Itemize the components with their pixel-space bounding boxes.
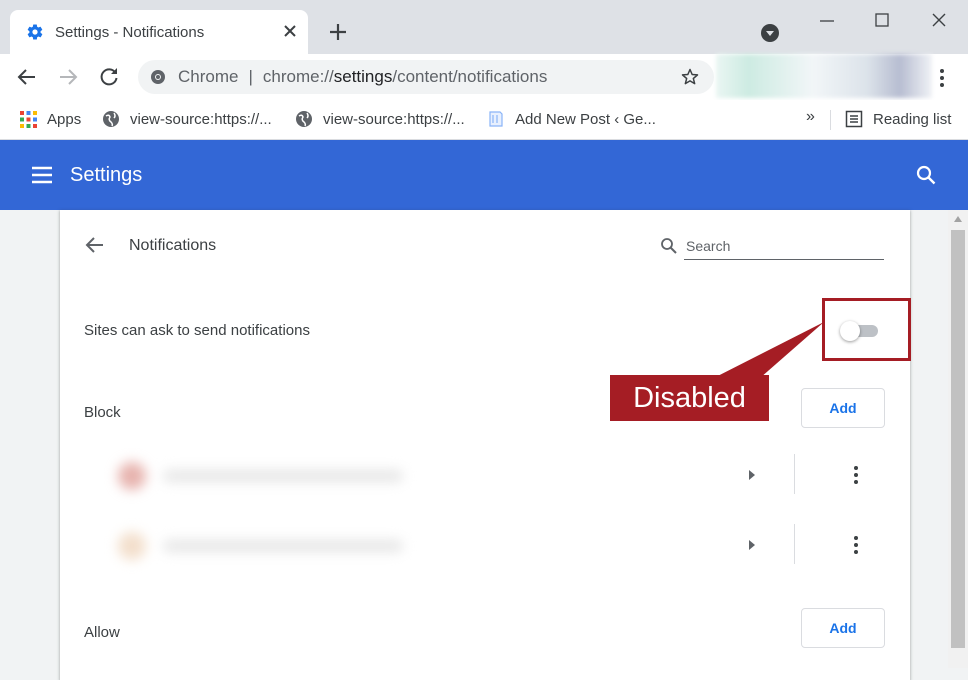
annotation-label: Disabled bbox=[610, 375, 769, 421]
list-item bbox=[108, 516, 885, 576]
bookmark-view-source-2[interactable]: view-source:https://... bbox=[295, 108, 465, 130]
search-field[interactable] bbox=[660, 232, 885, 262]
more-vert-icon[interactable] bbox=[848, 464, 864, 486]
new-tab-button[interactable] bbox=[326, 20, 350, 44]
search-icon bbox=[661, 238, 677, 254]
reading-list-label: Reading list bbox=[873, 110, 952, 128]
bookmarks-overflow-button[interactable]: » bbox=[806, 108, 815, 126]
bookmark-label: Apps bbox=[47, 110, 82, 128]
bookmark-add-new-post[interactable]: Add New Post ‹ Ge... bbox=[487, 108, 656, 130]
chrome-chip-label: Chrome bbox=[178, 67, 239, 86]
bookmark-label: view-source:https://... bbox=[323, 110, 465, 128]
search-icon[interactable] bbox=[916, 165, 936, 185]
bookmark-view-source-1[interactable]: view-source:https://... bbox=[102, 108, 272, 130]
close-window-button[interactable] bbox=[924, 8, 954, 34]
allow-section-label: Allow bbox=[84, 624, 120, 641]
page-scrollbar[interactable] bbox=[948, 210, 968, 668]
chrome-logo-icon bbox=[151, 70, 165, 84]
url-path: settings bbox=[333, 67, 393, 86]
reading-list-button[interactable]: Reading list bbox=[845, 108, 951, 130]
hamburger-menu-icon[interactable] bbox=[32, 166, 52, 184]
tab-title: Settings - Notifications bbox=[55, 24, 205, 41]
bookmark-apps[interactable]: Apps bbox=[20, 108, 81, 130]
back-arrow-icon[interactable] bbox=[15, 65, 39, 89]
page-title: Notifications bbox=[129, 237, 217, 254]
bookmark-star-icon[interactable] bbox=[680, 67, 700, 87]
url-text: Chrome | chrome://settings/content/notific… bbox=[178, 67, 548, 86]
address-bar[interactable]: Chrome | chrome://settings/content/notific… bbox=[138, 60, 714, 94]
add-block-button[interactable]: Add bbox=[801, 388, 885, 428]
blurred-extensions-area bbox=[716, 54, 932, 98]
tab-search-dropdown-icon[interactable] bbox=[761, 24, 779, 42]
notifications-card: Notifications Sites can ask to send noti… bbox=[60, 210, 910, 680]
more-vert-icon[interactable] bbox=[848, 534, 864, 556]
scroll-up-arrow-icon[interactable] bbox=[954, 216, 962, 222]
forward-arrow-icon[interactable] bbox=[56, 65, 80, 89]
minimize-window-button[interactable] bbox=[812, 8, 842, 34]
url-prefix: chrome:// bbox=[262, 67, 334, 86]
bookmark-label: Add New Post ‹ Ge... bbox=[515, 110, 656, 128]
toggle-row-label: Sites can ask to send notifications bbox=[84, 322, 310, 339]
close-tab-button[interactable] bbox=[280, 21, 300, 41]
search-input[interactable] bbox=[684, 232, 884, 260]
back-arrow-icon[interactable] bbox=[84, 234, 106, 256]
settings-content: Notifications Sites can ask to send noti… bbox=[0, 210, 968, 680]
arrow-right-icon[interactable] bbox=[746, 538, 758, 552]
globe-icon bbox=[296, 111, 312, 127]
blurred-site-entry bbox=[108, 518, 418, 574]
site-text-placeholder bbox=[163, 540, 403, 552]
row-divider bbox=[794, 524, 795, 564]
site-text-placeholder bbox=[163, 470, 403, 482]
reading-list-icon bbox=[845, 110, 863, 128]
list-item bbox=[108, 446, 885, 506]
blurred-site-entry bbox=[108, 448, 418, 504]
close-icon bbox=[284, 25, 296, 37]
bookmark-label: view-source:https://... bbox=[130, 110, 272, 128]
tab-settings[interactable]: Settings - Notifications bbox=[10, 10, 308, 54]
bookmarks-bar: Apps view-source:https://... view-source… bbox=[0, 100, 968, 140]
site-favicon bbox=[118, 532, 146, 560]
arrow-right-icon[interactable] bbox=[746, 468, 758, 482]
url-suffix: /content/notifications bbox=[392, 67, 548, 86]
kebab-menu-icon[interactable] bbox=[934, 67, 950, 89]
annotation-highlight-box bbox=[822, 298, 911, 361]
scroll-thumb[interactable] bbox=[951, 230, 965, 648]
row-divider bbox=[794, 454, 795, 494]
settings-header: Settings bbox=[0, 140, 968, 210]
globe-icon bbox=[103, 111, 119, 127]
block-section-label: Block bbox=[84, 404, 121, 421]
settings-title: Settings bbox=[70, 164, 143, 186]
page-favicon-icon bbox=[489, 111, 503, 127]
tab-strip: Settings - Notifications bbox=[0, 0, 968, 54]
maximize-window-button[interactable] bbox=[867, 8, 897, 34]
site-favicon bbox=[118, 462, 146, 490]
reload-icon[interactable] bbox=[97, 65, 121, 89]
bookmarks-divider bbox=[830, 110, 831, 130]
gear-icon bbox=[27, 24, 43, 40]
apps-grid-icon bbox=[20, 110, 37, 128]
add-allow-button[interactable]: Add bbox=[801, 608, 885, 648]
